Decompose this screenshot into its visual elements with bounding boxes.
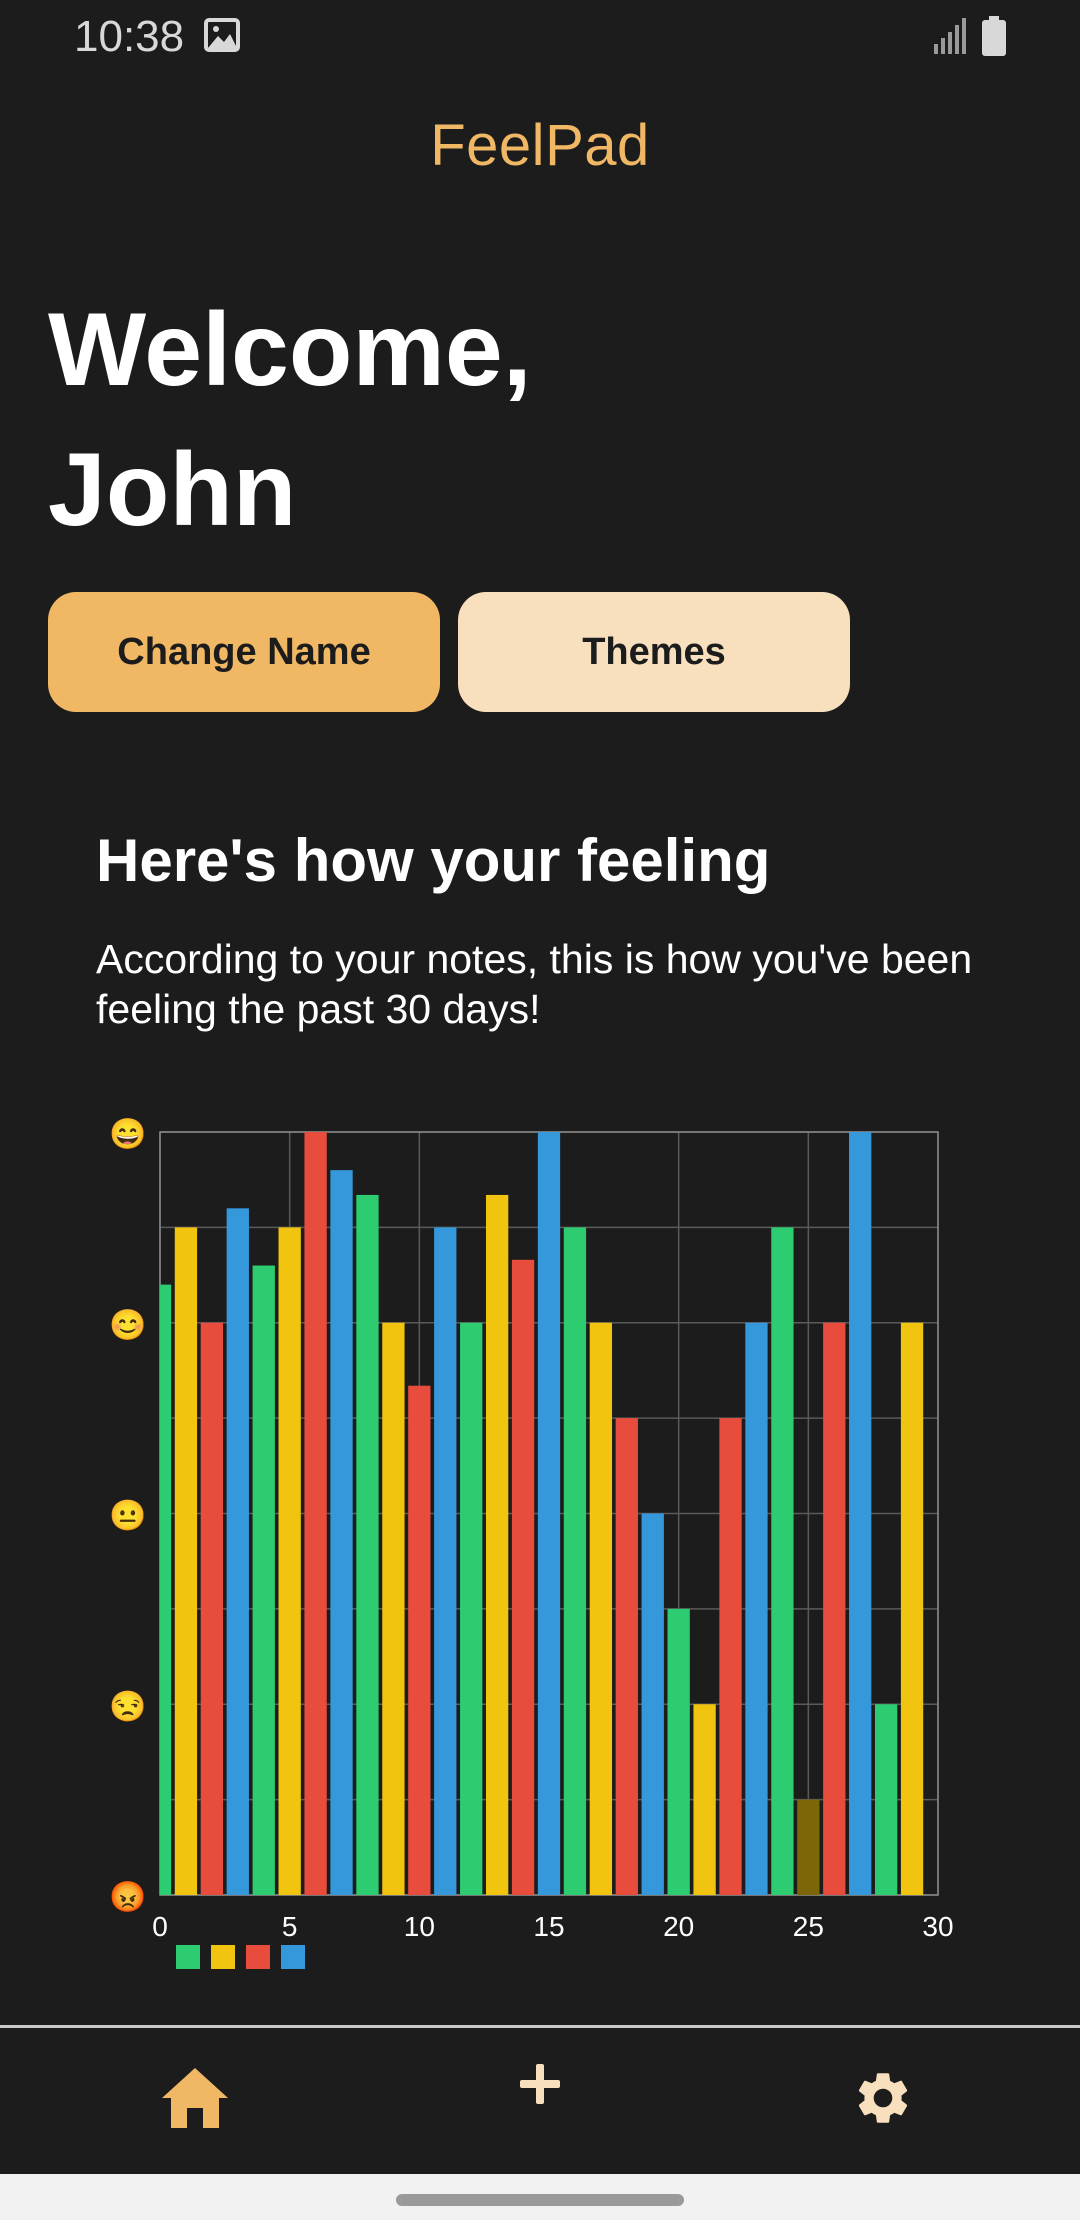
status-time: 10:38 [74, 12, 185, 61]
gesture-area [0, 2174, 1080, 2220]
bar-day-17 [589, 1322, 613, 1895]
legend-swatch-blue [281, 1945, 305, 1969]
bar-day-6 [304, 1132, 327, 1895]
bar-day-8 [356, 1194, 379, 1895]
bar-day-4 [252, 1265, 275, 1895]
nav-add-button[interactable] [495, 2044, 585, 2124]
bar-day-21 [693, 1704, 716, 1895]
gear-icon [858, 2073, 908, 2123]
bar-day-29 [900, 1322, 924, 1895]
bar-day-15 [537, 1132, 561, 1895]
bar-day-18 [615, 1418, 638, 1895]
nav-home-button[interactable] [150, 2058, 240, 2138]
bar-day-13 [485, 1194, 509, 1895]
nav-settings-button[interactable] [838, 2058, 928, 2138]
bottom-navigation [0, 2028, 1080, 2174]
bar-day-24 [771, 1227, 794, 1895]
x-tick-label: 15 [533, 1911, 564, 1942]
bar-day-16 [563, 1227, 587, 1895]
mood-section-description: According to your notes, this is how you… [96, 936, 973, 1032]
legend-swatch-red [246, 1945, 270, 1969]
bar-day-2 [200, 1322, 224, 1895]
bar-day-19 [641, 1513, 664, 1895]
unamused-face-icon: 😒 [109, 1689, 146, 1723]
mood-bar-chart: 0 5 10 15 20 25 30 😡 😒 😐 😊 😄 [109, 1117, 954, 1969]
bar-day-12 [460, 1322, 483, 1895]
grinning-face-icon: 😄 [109, 1117, 146, 1151]
bar-day-7 [330, 1170, 353, 1895]
signal-icon [934, 18, 966, 54]
x-tick-label: 20 [663, 1911, 694, 1942]
bar-day-10 [408, 1385, 431, 1895]
legend-swatch-yellow [211, 1945, 235, 1969]
plus-icon [520, 2064, 560, 2104]
themes-button[interactable]: Themes [458, 592, 850, 712]
neutral-face-icon: 😐 [109, 1499, 146, 1533]
legend-swatch-green [176, 1945, 200, 1969]
bar-day-9 [382, 1322, 405, 1895]
bar-day-27 [849, 1132, 872, 1895]
bar-day-23 [745, 1322, 768, 1895]
x-tick-label: 10 [404, 1911, 435, 1942]
x-tick-label: 25 [793, 1911, 824, 1942]
bar-day-20 [667, 1608, 690, 1895]
bar-day-22 [719, 1418, 742, 1895]
bar-day-5 [278, 1227, 301, 1895]
bar-day-11 [434, 1227, 457, 1895]
image-icon [204, 18, 240, 52]
bar-day-0 [160, 1284, 172, 1895]
bar-day-1 [174, 1227, 198, 1895]
battery-icon [982, 16, 1006, 56]
home-gesture-pill[interactable] [396, 2194, 684, 2206]
welcome-line: Welcome, [48, 292, 532, 408]
status-bar: 10:38 [0, 0, 1080, 76]
bar-day-3 [226, 1208, 249, 1895]
smiling-face-icon: 😊 [109, 1308, 146, 1342]
mood-section-title: Here's how your feeling [96, 827, 771, 894]
angry-face-icon: 😡 [109, 1880, 146, 1914]
x-tick-label: 0 [152, 1911, 168, 1942]
change-name-button[interactable]: Change Name [48, 592, 440, 712]
x-tick-label: 30 [922, 1911, 953, 1942]
bar-day-14 [511, 1259, 535, 1895]
bar-day-28 [874, 1704, 898, 1895]
app-title: FeelPad [430, 113, 650, 178]
home-icon [162, 2068, 228, 2128]
bar-day-26 [823, 1322, 846, 1895]
user-name: John [48, 432, 297, 548]
bar-day-25 [797, 1799, 820, 1895]
welcome-heading: Welcome, John [48, 280, 532, 560]
x-tick-label: 5 [282, 1911, 298, 1942]
